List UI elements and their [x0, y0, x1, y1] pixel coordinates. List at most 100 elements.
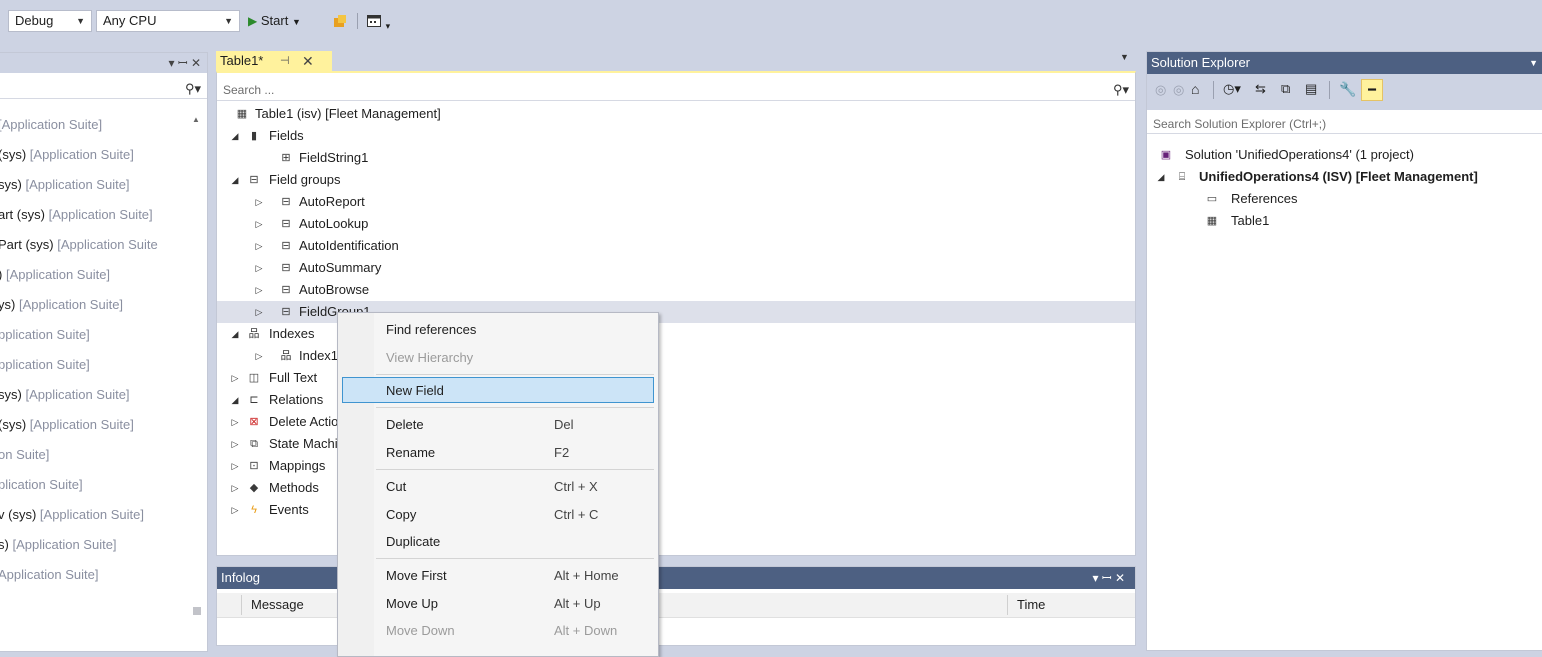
configuration-dropdown[interactable]: Debug ▼ — [8, 10, 92, 32]
scroll-thumb[interactable] — [193, 607, 201, 615]
list-item[interactable]: s) [Application Suite] — [0, 535, 117, 555]
overflow-icon: ▾ — [385, 21, 391, 31]
expand-icon[interactable]: ▷ — [253, 191, 265, 213]
menu-item-view-hierarchy[interactable]: View Hierarchy — [342, 345, 654, 371]
pin-close-icons[interactable]: ▾ ꟷ ✕ — [1092, 567, 1125, 589]
menu-item-delete[interactable]: Delete Del — [342, 412, 654, 438]
tree-node-fields[interactable]: ◢ ▮ Fields — [217, 125, 1135, 147]
tree-node-field-groups[interactable]: ◢ ⊟ Field groups — [217, 169, 1135, 191]
list-item[interactable]: plication Suite] — [0, 475, 83, 495]
list-item[interactable]: (sys) [Application Suite] — [0, 415, 134, 435]
expand-icon[interactable]: ▷ — [229, 477, 241, 499]
solution-search-input[interactable]: Search Solution Explorer (Ctrl+;) — [1147, 114, 1542, 134]
list-item[interactable]: art (sys) [Application Suite] — [0, 205, 153, 225]
menu-item-new-field[interactable]: New Field — [342, 377, 654, 403]
tree-label: Methods — [269, 480, 319, 495]
back-icon[interactable]: ◎ — [1155, 82, 1166, 98]
expand-icon[interactable]: ▷ — [229, 367, 241, 389]
list-item[interactable]: sys) [Application Suite] — [0, 175, 130, 195]
references-node[interactable]: ▭ References — [1147, 188, 1542, 210]
left-scrollbar[interactable]: ▲ — [191, 115, 203, 615]
list-item[interactable]: pplication Suite] — [0, 355, 90, 375]
expand-icon[interactable]: ▷ — [229, 499, 241, 521]
menu-item-rename[interactable]: Rename F2 — [342, 440, 654, 466]
solution-explorer-panel: Solution Explorer ▼ ◎ ◎ ⌂ ◷▾ ⇆ ⧉ ▤ 🔧 ━ S… — [1146, 51, 1542, 651]
show-all-files-icon[interactable]: ▤ — [1305, 81, 1317, 97]
list-item[interactable]: (sys) [Application Suite] — [0, 145, 134, 165]
menu-item-copy[interactable]: Copy Ctrl + C — [342, 502, 654, 528]
collapse-icon[interactable]: ◢ — [229, 169, 241, 191]
collapse-icon[interactable]: ◢ — [229, 323, 241, 345]
index-icon: 品 — [248, 328, 260, 340]
forward-icon[interactable]: ◎ — [1173, 82, 1184, 98]
tree-node-autoreport[interactable]: ▷ ⊟ AutoReport — [217, 191, 1135, 213]
column-time[interactable]: Time — [1017, 593, 1045, 617]
close-icon[interactable]: ✕ — [302, 51, 314, 71]
relation-icon: ⊏ — [249, 394, 259, 406]
designer-search-input[interactable]: Search ... ⚲▾ — [217, 79, 1135, 101]
expand-icon[interactable]: ▷ — [253, 235, 265, 257]
menu-item-duplicate[interactable]: Duplicate — [342, 529, 654, 555]
list-item[interactable]: ys) [Application Suite] — [0, 295, 123, 315]
chevron-down-icon[interactable]: ▼ — [1529, 52, 1538, 74]
menu-item-move-up[interactable]: Move Up Alt + Up — [342, 591, 654, 617]
tree-node-fieldstring1[interactable]: ⊞ FieldString1 — [217, 147, 1135, 169]
table1-node[interactable]: ▦ Table1 — [1147, 210, 1542, 232]
delete-action-icon: ⊠ — [249, 416, 259, 428]
start-button[interactable]: ▶ Start ▼ — [248, 10, 320, 32]
list-item[interactable]: sys) [Application Suite] — [0, 385, 130, 405]
collapse-all-icon[interactable]: ⧉ — [1281, 81, 1290, 97]
tree-node-table[interactable]: ▦ Table1 (isv) [Fleet Management] — [217, 103, 1135, 125]
tree-node-autolookup[interactable]: ▷ ⊟ AutoLookup — [217, 213, 1135, 235]
menu-item-move-first[interactable]: Move First Alt + Home — [342, 563, 654, 589]
menu-item-cut[interactable]: Cut Ctrl + X — [342, 474, 654, 500]
list-item[interactable]: Part (sys) [Application Suite — [0, 235, 158, 255]
search-placeholder: Search ... — [223, 83, 275, 97]
expand-icon[interactable]: ▷ — [253, 213, 265, 235]
list-item[interactable]: ) [Application Suite] — [0, 265, 110, 285]
menu-item-find-references[interactable]: Find references — [342, 317, 654, 343]
tab-label: Table1* — [220, 53, 264, 68]
pin-close-icons[interactable]: ▾ ꟷ ✕ — [168, 53, 201, 73]
history-icon[interactable]: ◷▾ — [1223, 81, 1241, 97]
designer-icon[interactable]: ▾ — [366, 10, 396, 32]
expand-icon[interactable]: ▷ — [253, 257, 265, 279]
expand-icon[interactable]: ▷ — [253, 279, 265, 301]
list-item[interactable]: pplication Suite] — [0, 325, 90, 345]
attach-icon[interactable] — [332, 10, 352, 32]
solution-explorer-header: Solution Explorer ▼ — [1147, 52, 1542, 74]
collapse-icon[interactable]: ◢ — [229, 125, 241, 147]
expand-icon[interactable]: ▷ — [253, 301, 265, 323]
expand-icon[interactable]: ▷ — [229, 433, 241, 455]
project-icon: ⌸ — [1178, 171, 1186, 183]
home-icon[interactable]: ⌂ — [1191, 81, 1199, 97]
sync-icon[interactable]: ⇆ — [1255, 81, 1266, 97]
expand-icon[interactable]: ▷ — [229, 455, 241, 477]
left-search-input[interactable]: ⚲▾ — [0, 79, 207, 99]
tree-node-autoidentification[interactable]: ▷ ⊟ AutoIdentification — [217, 235, 1135, 257]
menu-item-move-down[interactable]: Move Down Alt + Down — [342, 618, 654, 644]
toolbar: Debug ▼ Any CPU ▼ ▶ Start ▼ ▾ — [0, 0, 1542, 48]
list-item[interactable]: [Application Suite] — [0, 115, 102, 135]
tab-table1[interactable]: Table1* ⊣ ✕ — [216, 51, 332, 71]
solution-node[interactable]: ▣ Solution 'UnifiedOperations4' (1 proje… — [1147, 144, 1542, 166]
expand-icon[interactable]: ▷ — [253, 345, 265, 367]
list-item[interactable]: v (sys) [Application Suite] — [0, 505, 144, 525]
collapse-icon[interactable]: ◢ — [229, 389, 241, 411]
tab-overflow-icon[interactable]: ▼ — [1120, 52, 1129, 62]
tree-node-autosummary[interactable]: ▷ ⊟ AutoSummary — [217, 257, 1135, 279]
tree-node-autobrowse[interactable]: ▷ ⊟ AutoBrowse — [217, 279, 1135, 301]
column-message[interactable]: Message — [251, 593, 304, 617]
list-item[interactable]: on Suite] — [0, 445, 49, 465]
platform-dropdown[interactable]: Any CPU ▼ — [96, 10, 240, 32]
list-item[interactable]: Application Suite] — [0, 565, 98, 585]
properties-wrench-icon[interactable]: 🔧 — [1339, 81, 1356, 98]
pin-icon[interactable]: ⊣ — [280, 51, 290, 71]
tree-label: Table1 — [1231, 213, 1270, 228]
expand-icon[interactable]: ▷ — [229, 411, 241, 433]
start-label: Start — [260, 13, 289, 28]
collapse-icon[interactable]: ◢ — [1155, 166, 1167, 188]
preview-toggle-icon[interactable]: ━ — [1361, 79, 1383, 101]
scroll-up-icon[interactable]: ▲ — [192, 115, 200, 124]
project-node[interactable]: ◢ ⌸ UnifiedOperations4 (ISV) [Fleet Mana… — [1147, 166, 1542, 188]
